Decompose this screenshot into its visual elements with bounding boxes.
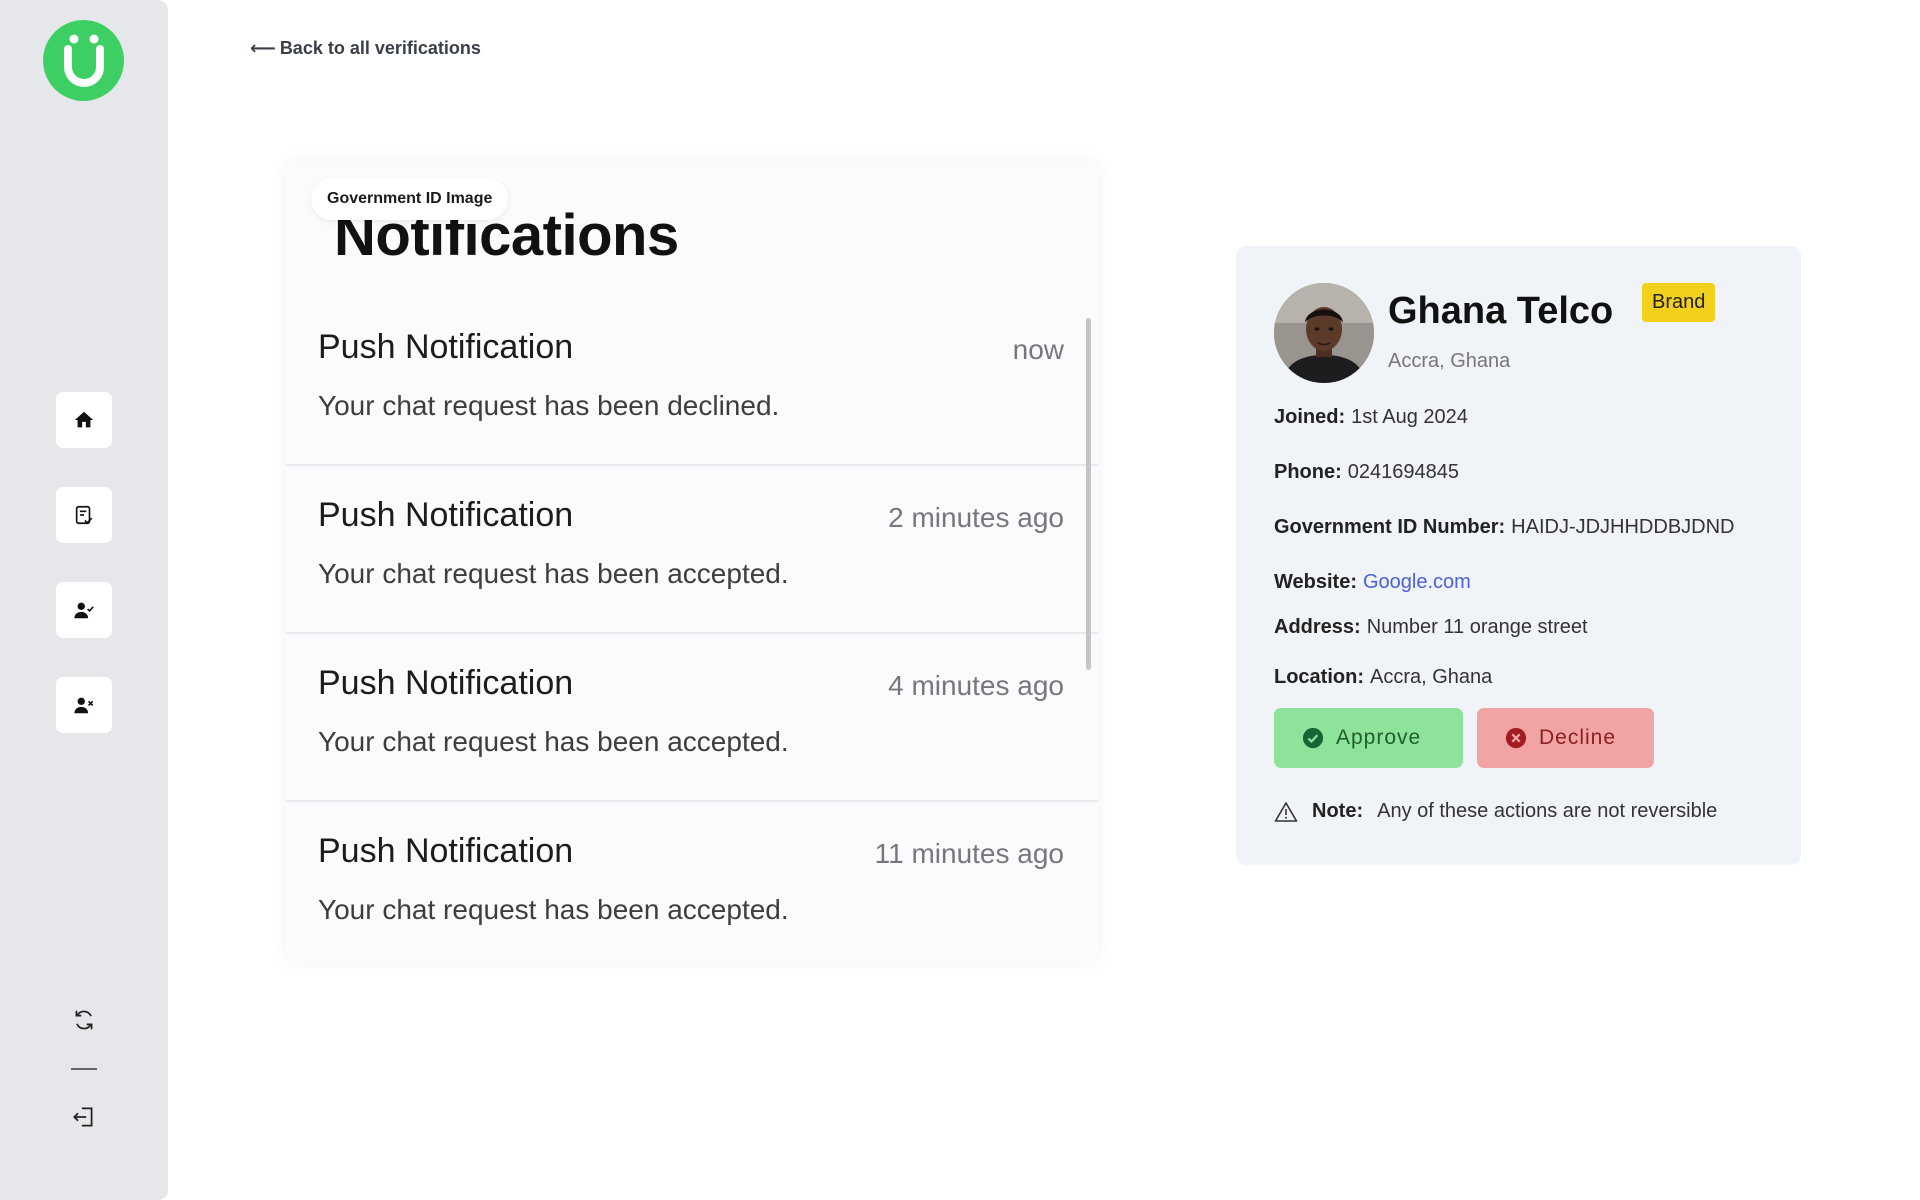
app-root: ⟵ Back to all verifications Notification… (0, 0, 1920, 1200)
location-row: Location: Accra, Ghana (1274, 666, 1492, 689)
notification-title: Push Notification (318, 664, 574, 702)
decline-label: Decline (1539, 726, 1617, 749)
government-id-image-label: Government ID Image (311, 178, 509, 220)
notification-time: 2 minutes ago (888, 502, 1064, 533)
home-icon (74, 411, 94, 428)
phone-label: Phone: (1274, 461, 1342, 483)
profile-location: Accra, Ghana (1388, 350, 1511, 372)
back-arrow-icon: ⟵ (250, 38, 276, 58)
address-label: Address: (1274, 616, 1361, 638)
refresh-button[interactable] (67, 1003, 101, 1037)
address-row: Address: Number 11 orange street (1274, 616, 1588, 639)
sidebar-item-home[interactable] (56, 392, 112, 448)
address-value: Number 11 orange street (1366, 616, 1588, 638)
approve-label: Approve (1336, 726, 1422, 749)
phone-value: 0241694845 (1347, 461, 1460, 483)
notification-body: Your chat request has been declined. (318, 390, 780, 421)
refresh-icon (75, 1010, 93, 1030)
id-image-notification: Push Notification 2 minutes ago Your cha… (286, 466, 1098, 634)
website-label: Website: (1274, 571, 1357, 593)
website-row: Website: Google.com (1274, 571, 1471, 594)
account-type-badge: Brand (1642, 283, 1716, 322)
phone-row: Phone: 0241694845 (1274, 461, 1459, 484)
government-id-label: Government ID Number: (1274, 516, 1506, 538)
government-id-row: Government ID Number: HAIDJ-JDJHHDDBJDND (1274, 516, 1735, 539)
logout-button[interactable] (67, 1100, 101, 1134)
id-image-notification: Push Notification 11 minutes ago Your ch… (286, 802, 1098, 962)
id-image-notification: Push Notification 4 minutes ago Your cha… (286, 634, 1098, 802)
notification-body: Your chat request has been accepted. (318, 558, 789, 589)
notification-body: Your chat request has been accepted. (318, 726, 789, 757)
joined-row: Joined: 1st Aug 2024 (1274, 406, 1468, 429)
profile-name: Ghana Telco (1388, 290, 1614, 332)
decline-button[interactable]: Decline (1477, 708, 1654, 768)
website-link[interactable]: Google.com (1363, 571, 1471, 593)
warning-icon (1274, 801, 1298, 822)
notification-time: 4 minutes ago (888, 670, 1064, 701)
back-link-label: Back to all verifications (279, 38, 481, 58)
avatar (1274, 283, 1374, 383)
note-text: Any of these actions are not reversible (1377, 800, 1718, 822)
location-value: Accra, Ghana (1370, 666, 1493, 688)
government-id-value: HAIDJ-JDJHHDDBJDND (1511, 516, 1735, 538)
user-photo-icon (1274, 283, 1374, 383)
note-label: Note: (1312, 800, 1364, 822)
irreversible-note: Note: Any of these actions are not rever… (1274, 800, 1717, 823)
id-image-scrollbar (1086, 318, 1091, 670)
logout-icon (73, 1107, 93, 1127)
check-circle-icon (1302, 727, 1324, 749)
user-remove-icon (74, 697, 94, 714)
joined-value: 1st Aug 2024 (1351, 406, 1468, 428)
government-id-image[interactable]: Notifications Push Notification now Your… (286, 162, 1098, 962)
notification-title: Push Notification (318, 328, 574, 366)
sidebar (0, 0, 168, 1200)
x-circle-icon (1505, 727, 1527, 749)
notification-body: Your chat request has been accepted. (318, 894, 789, 925)
app-logo[interactable] (43, 20, 124, 101)
document-check-icon (75, 505, 93, 525)
notification-title: Push Notification (318, 496, 574, 534)
back-to-verifications-link[interactable]: ⟵ Back to all verifications (250, 38, 481, 59)
sidebar-item-approved-users[interactable] (56, 582, 112, 638)
sidebar-item-verifications[interactable] (56, 487, 112, 543)
notification-time: 11 minutes ago (874, 838, 1064, 869)
logo-u-icon (63, 34, 104, 87)
notification-title: Push Notification (318, 832, 574, 870)
notification-time: now (1012, 334, 1064, 365)
verification-details-card: Ghana Telco Brand Accra, Ghana Joined: 1s… (1236, 246, 1801, 865)
sidebar-divider (71, 1068, 97, 1070)
id-image-notification: Push Notification now Your chat request … (286, 298, 1098, 466)
location-label: Location: (1274, 666, 1364, 688)
approve-button[interactable]: Approve (1274, 708, 1463, 768)
user-check-icon (74, 602, 94, 619)
joined-label: Joined: (1274, 406, 1346, 428)
sidebar-item-declined-users[interactable] (56, 677, 112, 733)
